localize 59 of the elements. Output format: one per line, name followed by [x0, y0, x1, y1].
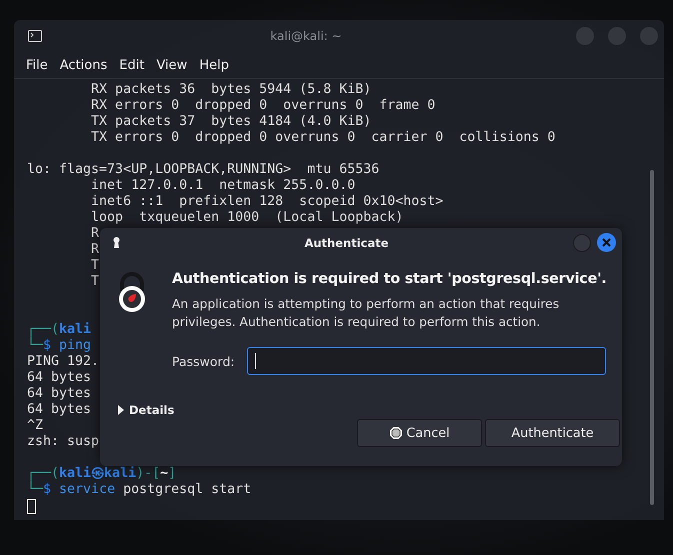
terminal-line: zsh: susp — [27, 434, 100, 450]
terminal-line: TX packets 37 bytes 4184 (4.0 KiB) — [90, 114, 372, 130]
keyhole-icon — [113, 237, 120, 248]
details-toggle[interactable]: Details — [117, 403, 174, 417]
menu-item[interactable]: Actions — [54, 58, 114, 72]
prompt-text: $ — [43, 338, 52, 353]
terminal-line: TX errors 0 dropped 0 overruns 0 carrier 0 collisions 0 — [90, 130, 556, 146]
prompt-text: kali㉿kali — [59, 466, 136, 481]
prompt-text: ┌──( — [27, 322, 60, 337]
prompt-text: service — [58, 482, 116, 497]
window-control-button[interactable] — [640, 27, 658, 45]
prompt-text: ┌──( — [27, 466, 60, 481]
prompt-text: └─ — [27, 482, 44, 497]
prompt-text: ] — [168, 466, 176, 481]
terminal-line: lo: flags=73<UP,LOOPBACK,RUNNING> mtu 65536 — [27, 162, 380, 178]
window-control-button[interactable] — [608, 27, 626, 45]
prompt-text: ping — [58, 338, 92, 353]
terminal-line: 64 bytes — [27, 370, 92, 386]
terminal-line: R — [90, 226, 100, 242]
window-title: kali@kali: ~ — [269, 29, 343, 43]
terminal-line: 64 bytes — [27, 402, 92, 418]
terminal-line: T — [90, 274, 100, 290]
dialog-heading: Authentication is required to start 'postgresql.service'. — [172, 271, 606, 287]
terminal-line: ^Z — [27, 418, 44, 434]
terminal-line: inet6 ::1 prefixlen 128 scopeid 0x10<host> — [90, 194, 444, 210]
terminal-line: PING 192. — [27, 354, 100, 370]
caret-icon — [117, 405, 125, 415]
password-field[interactable] — [246, 347, 606, 375]
prompt-text: └─ — [27, 338, 44, 353]
dialog-title: Authenticate — [303, 236, 390, 250]
prompt-text: )-[ — [136, 466, 160, 481]
close-icon — [602, 238, 611, 247]
terminal-line: RX errors 0 dropped 0 overruns 0 frame 0 — [90, 98, 436, 114]
scrollbar[interactable] — [650, 170, 654, 505]
prompt-text: postgresql start — [122, 482, 252, 497]
prompt-text: ~ — [160, 466, 168, 481]
menu-item[interactable]: Edit — [113, 58, 150, 72]
password-label: Password: — [172, 354, 235, 368]
prompt-text: kali — [59, 322, 92, 337]
minimize-button[interactable] — [573, 234, 591, 252]
lock-icon — [116, 271, 148, 315]
menu-item[interactable]: View — [150, 58, 194, 72]
terminal-line: RX packets 36 bytes 5944 (5.8 KiB) — [90, 82, 372, 98]
terminal-icon — [28, 30, 42, 42]
window-control-button[interactable] — [576, 27, 594, 45]
terminal-line: 64 bytes — [27, 386, 92, 402]
terminal-line: loop txqueuelen 1000 (Local Loopback) — [90, 210, 404, 226]
terminal-line: R — [90, 242, 100, 258]
close-button[interactable] — [597, 233, 616, 252]
menu-item[interactable]: File — [20, 58, 54, 72]
authenticate-button[interactable]: Authenticate — [485, 419, 620, 447]
cancel-button[interactable]: Cancel — [357, 419, 482, 447]
text-cursor — [27, 499, 36, 514]
terminal-line: inet 127.0.0.1 netmask 255.0.0.0 — [90, 178, 356, 194]
menu-item[interactable]: Help — [193, 58, 235, 72]
stop-icon — [389, 426, 404, 440]
dialog-message: An application is attempting to perform an action that requires privileges. Authentication is required to perform this action. — [172, 296, 560, 331]
prompt-text: $ — [43, 482, 52, 497]
terminal-line: T — [90, 258, 100, 274]
